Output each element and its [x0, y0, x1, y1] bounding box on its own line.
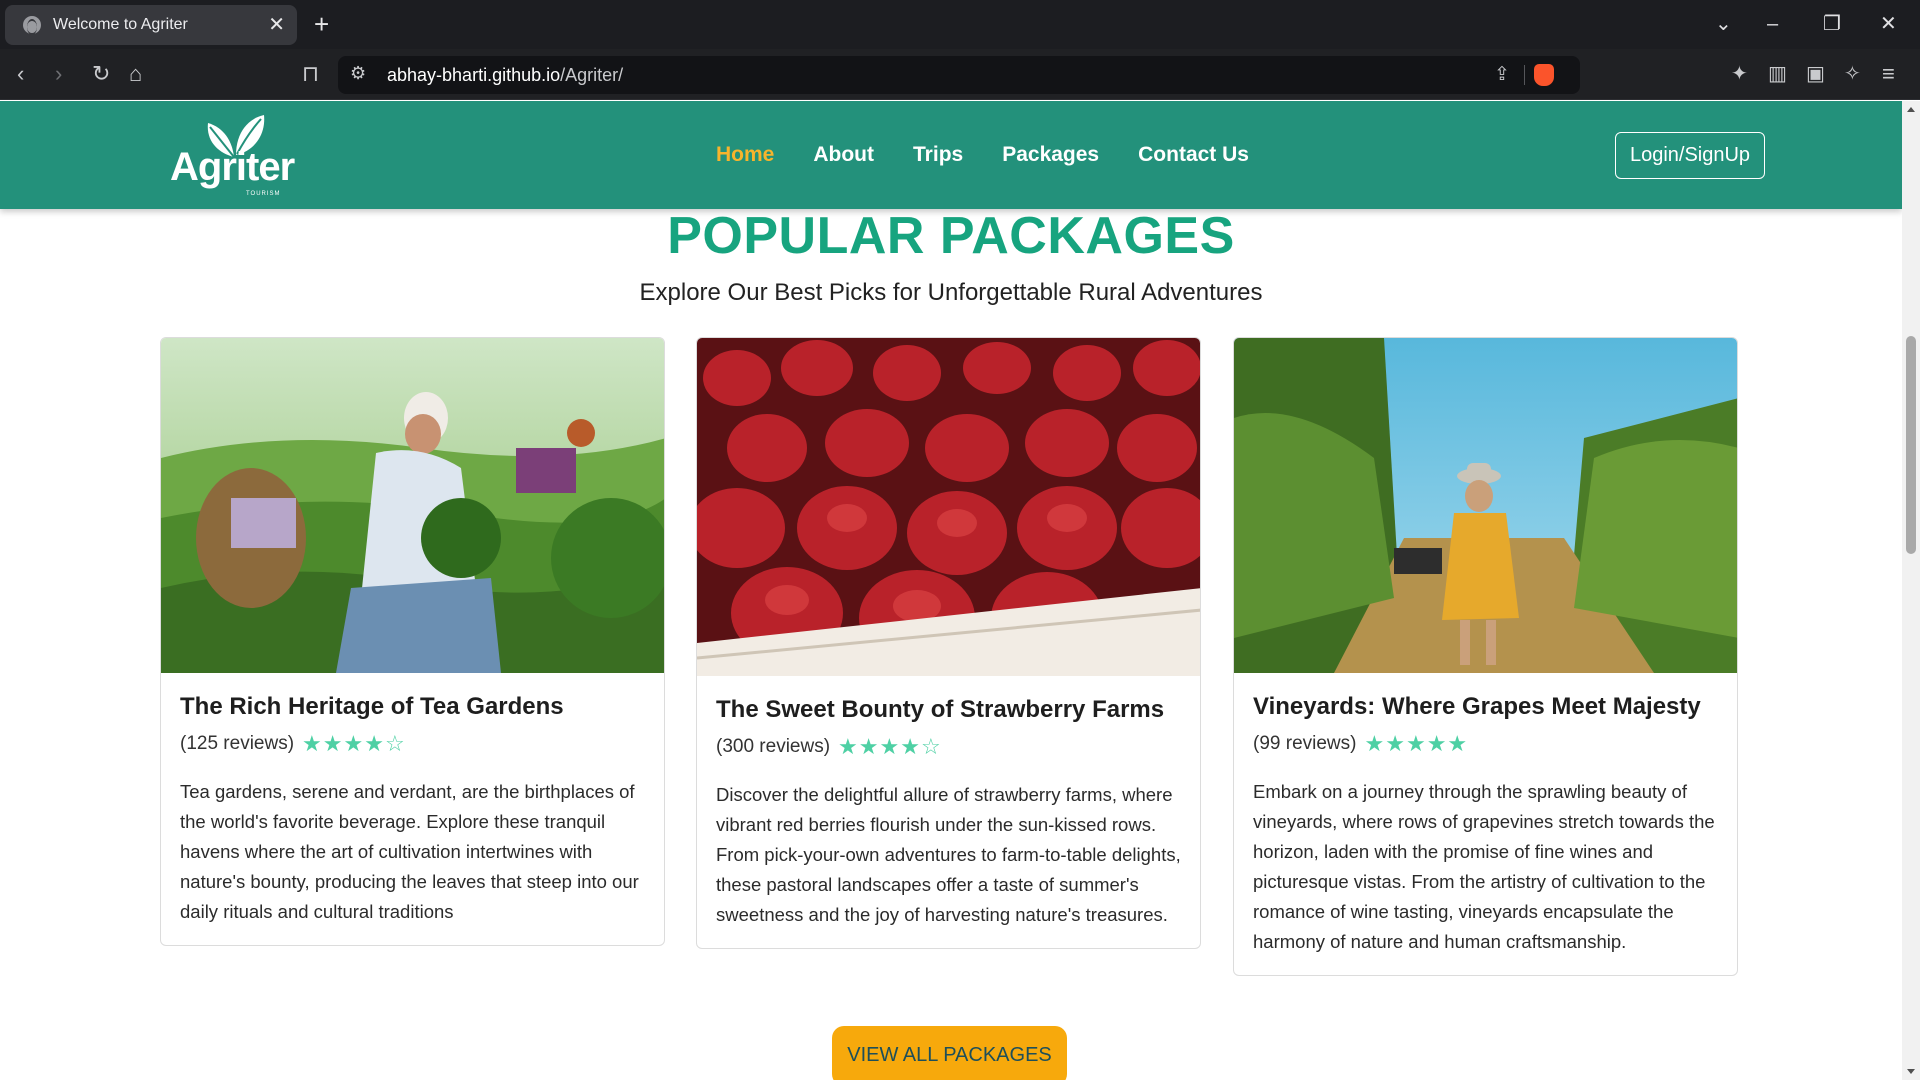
scroll-up-icon[interactable] — [1907, 107, 1915, 112]
browser-tab-bar: Welcome to Agriter ✕ + ⌄ – ❐ ✕ — [0, 0, 1920, 49]
forward-icon[interactable]: › — [55, 61, 62, 87]
home-icon[interactable]: ⌂ — [129, 61, 142, 87]
star-filled-icon: ★ — [1405, 731, 1426, 756]
tab-search-icon[interactable]: ⌄ — [1715, 8, 1732, 40]
star-rating: ★ ★ ★ ★ ☆ — [302, 733, 405, 755]
minimize-icon[interactable]: – — [1767, 8, 1778, 40]
card-title[interactable]: The Sweet Bounty of Strawberry Farms — [716, 696, 1181, 724]
card-description: Embark on a journey through the sprawlin… — [1253, 781, 1715, 952]
brave-shields-icon[interactable] — [1534, 64, 1554, 86]
site-navbar: Agriter TOURISM Home About Trips Package… — [0, 101, 1902, 209]
section-title: POPULAR PACKAGES — [667, 207, 1235, 265]
card-title[interactable]: Vineyards: Where Grapes Meet Majesty — [1253, 693, 1718, 721]
menu-icon[interactable]: ≡ — [1882, 61, 1895, 87]
browser-tab[interactable]: Welcome to Agriter ✕ — [5, 5, 297, 45]
page-viewport: Agriter TOURISM Home About Trips Package… — [0, 101, 1902, 1080]
review-count: (125 reviews) — [180, 733, 295, 754]
site-settings-icon[interactable]: ⚙ — [350, 63, 366, 84]
star-rating: ★ ★ ★ ★ ☆ — [838, 736, 941, 758]
star-filled-icon: ★ — [1426, 731, 1447, 756]
leo-ai-icon[interactable]: ✧ — [1844, 61, 1861, 87]
star-rating: ★ ★ ★ ★ ★ — [1364, 733, 1467, 755]
star-filled-icon: ★ — [858, 734, 879, 759]
vineyard-image — [1234, 338, 1737, 673]
star-filled-icon: ★ — [1385, 731, 1405, 756]
star-filled-icon: ★ — [302, 731, 322, 756]
card-body: The Sweet Bounty of Strawberry Farms (30… — [697, 676, 1200, 948]
nav-about[interactable]: About — [813, 143, 874, 167]
view-all-packages-button[interactable]: VIEW ALL PACKAGES — [832, 1026, 1067, 1080]
nav-trips[interactable]: Trips — [913, 143, 963, 167]
card-title[interactable]: The Rich Heritage of Tea Gardens — [180, 693, 645, 721]
share-icon[interactable]: ⇪ — [1494, 63, 1510, 86]
nav-packages[interactable]: Packages — [1002, 143, 1099, 167]
card-body: The Rich Heritage of Tea Gardens (125 re… — [161, 673, 664, 945]
reload-icon[interactable]: ↻ — [92, 61, 110, 87]
package-card-tea[interactable]: The Rich Heritage of Tea Gardens (125 re… — [160, 337, 665, 946]
section-subtitle: Explore Our Best Picks for Unforgettable… — [639, 279, 1263, 306]
card-rating: (300 reviews) ★ ★ ★ ★ ☆ — [716, 736, 1181, 758]
review-count: (99 reviews) — [1253, 733, 1357, 754]
restore-icon[interactable]: ❐ — [1823, 8, 1841, 40]
star-filled-icon: ★ — [364, 731, 384, 756]
star-filled-icon: ★ — [322, 731, 343, 756]
new-tab-button[interactable]: + — [314, 10, 329, 38]
logo-subtext: TOURISM — [246, 191, 281, 197]
sidebar-icon[interactable]: ▥ — [1768, 61, 1787, 87]
address-bar[interactable]: ⚙ abhay-bharti.github.io/Agriter/ ⇪ — [338, 56, 1580, 94]
browser-toolbar: ‹ › ↻ ⌂ ⊓ ⚙ abhay-bharti.github.io/Agrit… — [0, 49, 1920, 100]
star-filled-icon: ★ — [879, 734, 900, 759]
star-empty-icon: ☆ — [384, 731, 405, 756]
logo[interactable]: Agriter TOURISM — [170, 113, 300, 199]
strawberry-farm-image — [697, 338, 1200, 676]
extensions-icon[interactable]: ✦ — [1731, 61, 1748, 87]
url-path: /Agriter/ — [560, 65, 624, 85]
url-host: abhay-bharti.github.io — [387, 65, 561, 85]
wallet-icon[interactable]: ▣ — [1806, 61, 1825, 87]
star-filled-icon: ★ — [1447, 731, 1468, 756]
card-rating: (125 reviews) ★ ★ ★ ★ ☆ — [180, 733, 645, 755]
review-count: (300 reviews) — [716, 736, 831, 757]
card-body: Vineyards: Where Grapes Meet Majesty (99… — [1234, 673, 1737, 975]
card-rating: (99 reviews) ★ ★ ★ ★ ★ — [1253, 733, 1718, 755]
nav-contact[interactable]: Contact Us — [1138, 143, 1249, 167]
star-filled-icon: ★ — [1364, 731, 1385, 756]
star-filled-icon: ★ — [900, 734, 920, 759]
scroll-down-icon[interactable] — [1907, 1069, 1915, 1074]
tea-garden-image — [161, 338, 664, 673]
close-tab-icon[interactable]: ✕ — [268, 15, 285, 35]
nav-home[interactable]: Home — [716, 143, 774, 167]
scrollbar-thumb[interactable] — [1906, 336, 1916, 554]
close-window-icon[interactable]: ✕ — [1880, 8, 1897, 40]
url-text: abhay-bharti.github.io/Agriter/ — [387, 65, 623, 86]
package-card-strawberry[interactable]: The Sweet Bounty of Strawberry Farms (30… — [696, 337, 1201, 949]
tab-title: Welcome to Agriter — [53, 16, 188, 33]
logo-text: Agriter — [170, 145, 295, 189]
globe-icon — [23, 16, 41, 35]
back-icon[interactable]: ‹ — [17, 61, 24, 87]
login-signup-button[interactable]: Login/SignUp — [1615, 132, 1765, 179]
card-description: Tea gardens, serene and verdant, are the… — [180, 781, 639, 922]
page-scrollbar[interactable] — [1902, 101, 1920, 1080]
card-description: Discover the delightful allure of strawb… — [716, 784, 1181, 925]
package-card-vineyard[interactable]: Vineyards: Where Grapes Meet Majesty (99… — [1233, 337, 1738, 976]
main-menu: Home About Trips Packages Contact Us — [716, 143, 1249, 167]
star-filled-icon: ★ — [343, 731, 364, 756]
star-empty-icon: ☆ — [920, 734, 941, 759]
bookmark-icon[interactable]: ⊓ — [302, 61, 319, 87]
divider — [1524, 65, 1525, 85]
star-filled-icon: ★ — [838, 734, 858, 759]
